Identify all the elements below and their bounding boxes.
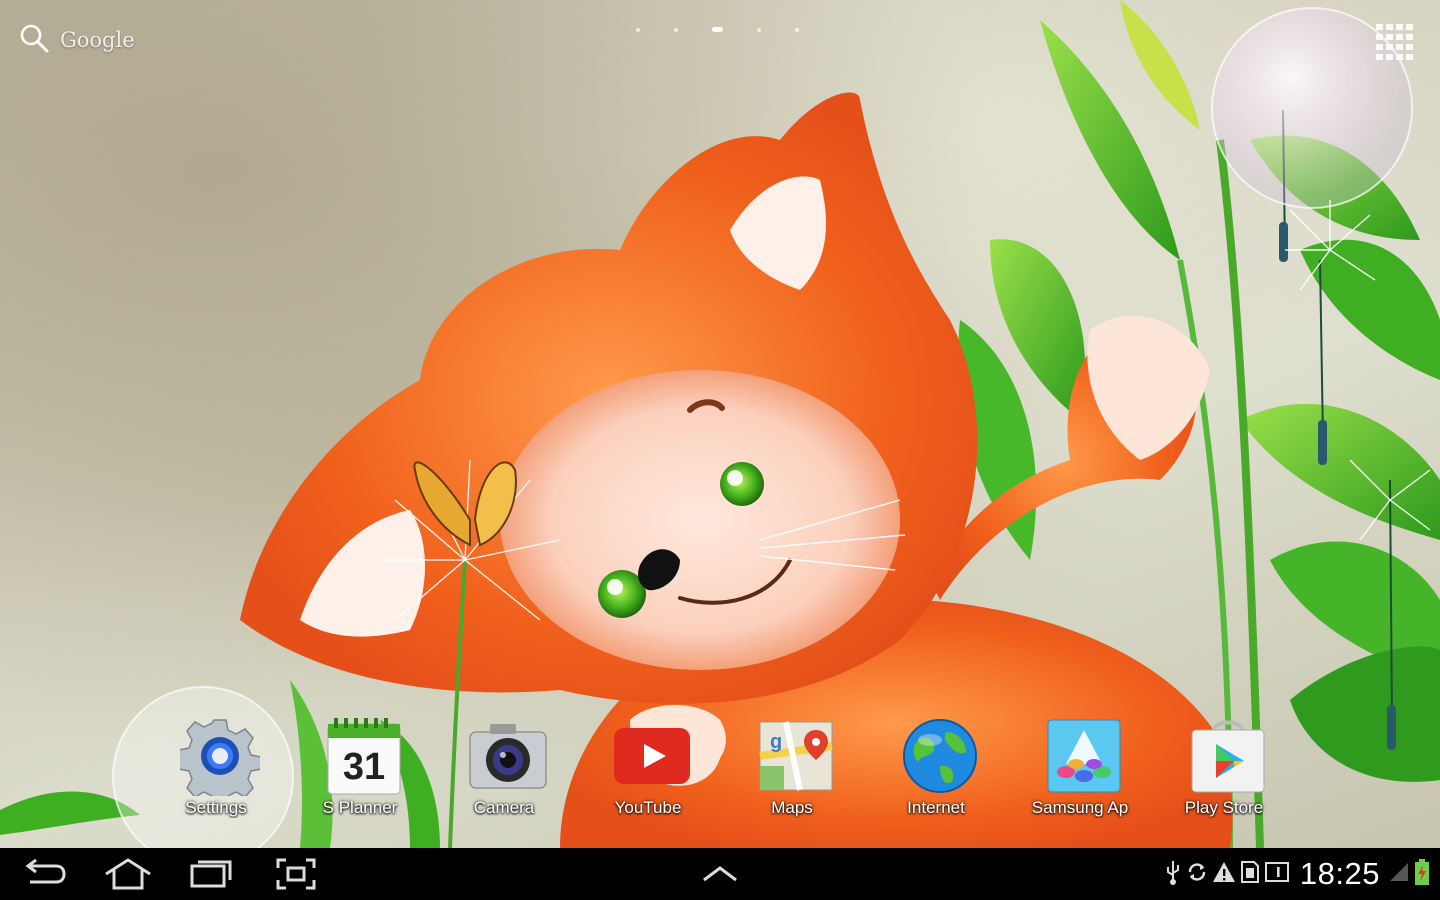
usb-icon	[1164, 859, 1182, 889]
apps-grid-button[interactable]	[1374, 22, 1418, 62]
app-label: Settings	[185, 798, 247, 817]
sync-icon	[1186, 861, 1208, 887]
notification-count-icon	[1264, 861, 1290, 887]
back-icon	[25, 858, 66, 884]
mini-apps-tray-button[interactable]	[692, 856, 748, 892]
signal-icon	[1388, 861, 1410, 887]
page-dot	[757, 27, 761, 32]
battery-charging-icon	[1414, 858, 1430, 890]
app-label: Camera	[473, 798, 535, 817]
app-label: Play Store	[1184, 798, 1264, 817]
app-dock: Settings 31 S Planner Camera YouTube g M…	[0, 686, 1440, 868]
maps-icon: g	[759, 721, 833, 791]
app-internet[interactable]: Internet	[864, 712, 1008, 830]
app-s-planner[interactable]: 31 S Planner	[288, 712, 432, 830]
calendar-icon: 31	[327, 718, 401, 795]
app-play-store[interactable]: Play Store	[1152, 712, 1296, 830]
app-label: Maps	[771, 798, 813, 817]
home-button[interactable]	[100, 856, 156, 892]
app-maps[interactable]: g Maps	[720, 712, 864, 830]
search-icon	[18, 22, 50, 58]
google-search-bar[interactable]: Google	[18, 22, 135, 58]
calendar-day: 31	[343, 746, 385, 788]
chevron-up-icon	[703, 866, 737, 882]
app-samsung-apps[interactable]: Samsung Ap	[1008, 712, 1152, 830]
app-label: YouTube	[614, 798, 682, 817]
camera-icon	[469, 724, 547, 789]
page-dot	[674, 27, 678, 32]
svg-text:g: g	[770, 731, 782, 753]
app-settings[interactable]: Settings	[144, 712, 288, 830]
home-icon	[105, 858, 151, 890]
page-dot	[795, 27, 799, 32]
globe-icon	[903, 719, 977, 793]
app-camera[interactable]: Camera	[432, 712, 576, 830]
page-dot	[636, 27, 640, 32]
app-label: S Planner	[322, 798, 398, 817]
apps-grid-icon	[1376, 24, 1413, 60]
warning-icon	[1212, 861, 1236, 887]
app-label: Internet	[907, 798, 965, 817]
clock: 18:25	[1299, 856, 1380, 891]
search-label: Google	[60, 28, 135, 52]
status-area[interactable]: 18:25	[1162, 848, 1440, 900]
recent-apps-icon	[190, 860, 232, 888]
system-navigation-bar: 18:25	[0, 848, 1440, 900]
app-label: Samsung Ap	[1031, 798, 1129, 817]
samsung-apps-icon	[1047, 719, 1121, 793]
screenshot-icon	[276, 858, 316, 890]
youtube-icon	[614, 728, 690, 784]
play-store-icon	[1191, 720, 1265, 793]
page-dot-active	[712, 27, 723, 32]
sd-card-icon	[1240, 860, 1260, 888]
screenshot-button[interactable]	[268, 856, 324, 892]
app-youtube[interactable]: YouTube	[576, 712, 720, 830]
recent-apps-button[interactable]	[184, 856, 240, 892]
settings-gear-icon	[180, 719, 260, 796]
back-button[interactable]	[16, 856, 72, 892]
page-indicator	[636, 27, 799, 32]
